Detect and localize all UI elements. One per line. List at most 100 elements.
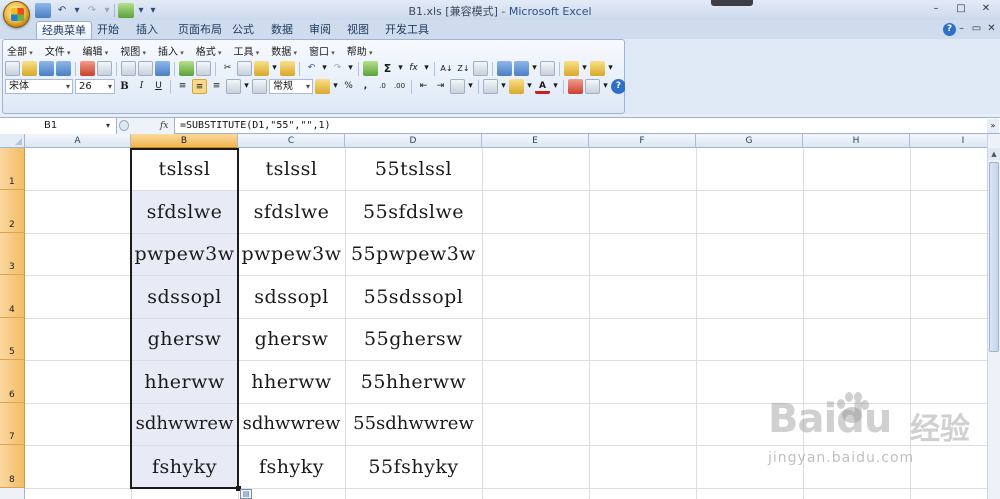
cell-d7[interactable]: 55sdhwwrew [345,403,482,445]
insert-function-icon[interactable]: fx [406,61,421,76]
align-right-icon[interactable]: ≡ [209,79,224,94]
column-header-b[interactable]: B [131,134,238,148]
cell-c6[interactable]: hherww [238,361,345,403]
scroll-up-icon[interactable]: ▲ [988,148,1000,160]
cell-c3[interactable]: pwpew3w [238,233,345,275]
menu-format[interactable]: 格式 [196,43,222,58]
row-header-2[interactable]: 2 [0,190,25,233]
menu-file[interactable]: 文件 [45,43,71,58]
autosum-icon[interactable]: Σ [380,61,395,76]
save-icon[interactable] [39,61,54,76]
tab-data[interactable]: 数据 [266,21,298,39]
formula-input[interactable]: =SUBSTITUTE(D1,"55","",1) [180,118,331,134]
decrease-decimal-button[interactable]: .00 [392,79,407,94]
paste-options-icon[interactable]: ▤ [240,489,252,499]
undo-icon[interactable]: ↶ [54,3,70,18]
undo-icon[interactable]: ↶ [304,61,319,76]
thesaurus-icon[interactable] [196,61,211,76]
align-center-icon[interactable]: ≡ [192,79,207,94]
borders-dropdown-icon[interactable]: ▾ [500,79,507,94]
cell-d2[interactable]: 55sfdslwe [345,191,482,233]
pdf-icon[interactable] [80,61,95,76]
row-header-1[interactable]: 1 [0,148,25,190]
currency-dropdown-icon[interactable]: ▾ [332,79,339,94]
tab-view[interactable]: 视图 [342,21,374,39]
chart-dropdown-icon[interactable]: ▾ [531,61,538,76]
drawing-icon[interactable] [564,61,579,76]
row-header-9[interactable] [0,488,25,499]
menu-data[interactable]: 数据 [271,43,297,58]
refresh-dropdown-icon[interactable]: ▾ [137,3,145,18]
hyperlink-icon[interactable] [363,61,378,76]
maximize-button[interactable]: □ [949,1,973,16]
scrollbar-thumb[interactable] [989,162,999,352]
zoom-icon[interactable] [585,79,600,94]
wrap-text-icon[interactable] [252,79,267,94]
row-header-6[interactable]: 6 [0,360,25,403]
column-header-c[interactable]: C [238,134,345,148]
cell-c1[interactable]: tslssl [238,148,345,190]
font-name-select[interactable]: 宋体 [5,79,73,94]
column-header-e[interactable]: E [482,134,589,148]
workbook-minimize-button[interactable]: – [955,22,968,36]
refresh-icon[interactable] [118,2,134,18]
column-header-g[interactable]: G [696,134,803,148]
save-icon[interactable] [35,2,51,18]
paste-dropdown-icon[interactable]: ▾ [271,61,278,76]
menu-all[interactable]: 全部 [7,43,33,58]
increase-indent-icon[interactable]: ⇥ [433,79,448,94]
redo-icon[interactable]: ↷ [84,3,100,18]
menu-edit[interactable]: 编辑 [83,43,109,58]
tab-developer[interactable]: 开发工具 [383,21,431,39]
column-header-f[interactable]: F [589,134,696,148]
cell-d5[interactable]: 55ghersw [345,318,482,360]
autosum-dropdown-icon[interactable]: ▾ [397,61,404,76]
cell-d6[interactable]: 55hherww [345,361,482,403]
print-preview-icon[interactable] [121,61,136,76]
row-header-7[interactable]: 7 [0,403,25,445]
formula-bar-expand-icon[interactable]: » [987,119,999,133]
decrease-indent-icon[interactable]: ⇤ [416,79,431,94]
menu-help[interactable]: 帮助 [347,43,373,58]
table-icon[interactable] [540,61,555,76]
print-icon[interactable] [97,61,112,76]
select-all-button[interactable] [0,134,25,148]
cell-c7[interactable]: sdhwwrew [238,403,345,445]
formula-expand-icon[interactable] [119,120,129,131]
copy-icon[interactable] [237,61,252,76]
column-header-d[interactable]: D [345,134,482,148]
format-cells-dropdown-icon[interactable]: ▾ [467,79,474,94]
font-size-select[interactable]: 26 [75,79,115,94]
column-header-a[interactable]: A [25,134,131,148]
align-left-icon[interactable]: ≡ [175,79,190,94]
paste-icon[interactable] [254,61,269,76]
folder-icon[interactable] [590,61,605,76]
redo-icon[interactable]: ↷ [330,61,345,76]
insert-function-dropdown-icon[interactable]: ▾ [423,61,430,76]
research-icon[interactable] [155,61,170,76]
tab-insert[interactable]: 插入 [131,21,163,39]
customize-qat-icon[interactable]: ▾ [148,3,158,18]
column-header-h[interactable]: H [803,134,910,148]
currency-icon[interactable] [315,79,330,94]
tab-review[interactable]: 审阅 [304,21,336,39]
percent-button[interactable]: % [341,79,356,94]
undo-dropdown-icon[interactable]: ▾ [321,61,328,76]
cell-d3[interactable]: 55pwpew3w [345,233,482,275]
borders-icon[interactable] [483,79,498,94]
number-format-select[interactable]: 常规 [269,79,313,94]
format-cells-icon[interactable] [450,79,465,94]
fill-color-icon[interactable] [509,79,524,94]
redo-dropdown-icon[interactable]: ▾ [103,3,111,18]
drawing-dropdown-icon[interactable]: ▾ [581,61,588,76]
chart-wizard-icon[interactable] [514,61,529,76]
name-box[interactable]: B1 [0,118,117,134]
office-button[interactable] [3,1,30,28]
row-header-4[interactable]: 4 [0,275,25,318]
fill-color-dropdown-icon[interactable]: ▾ [526,79,533,94]
sort-descending-icon[interactable]: Z↓ [456,61,471,76]
insert-function-button[interactable]: fx [160,118,168,134]
close-button[interactable]: ✕ [974,1,998,16]
spelling-icon[interactable] [179,61,194,76]
underline-button[interactable]: U [151,79,166,94]
